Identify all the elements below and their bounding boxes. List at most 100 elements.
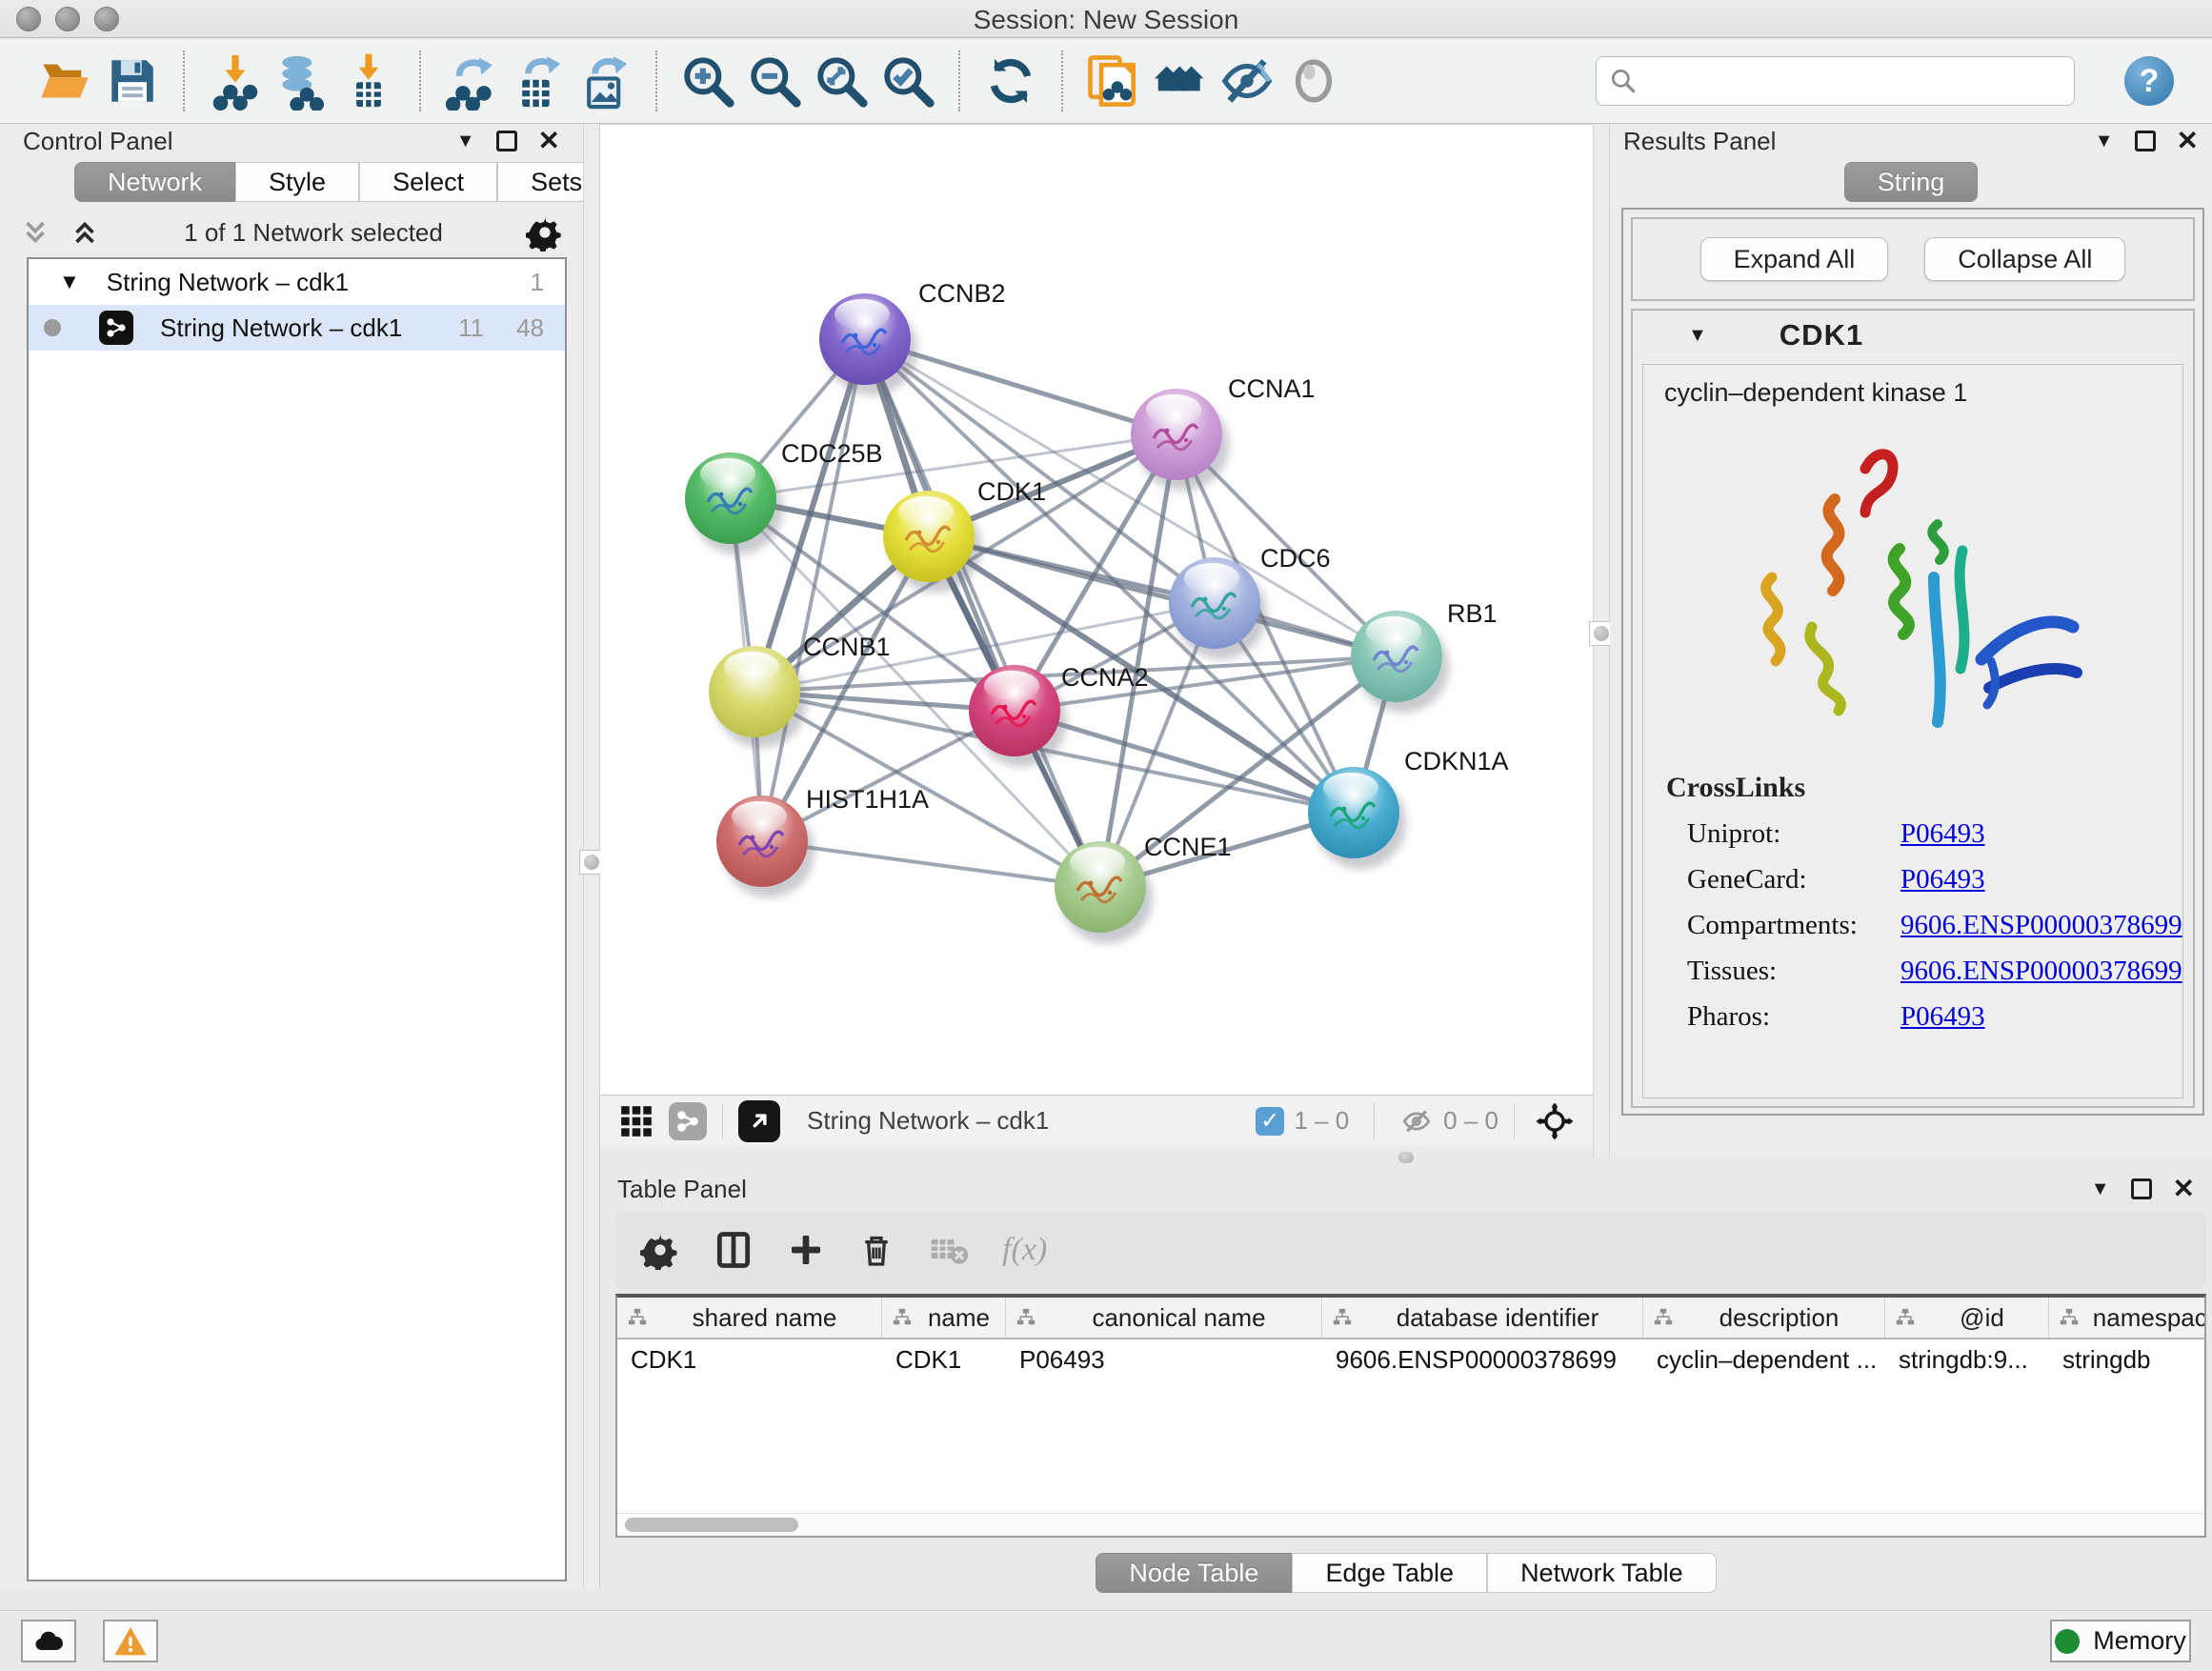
column-header-name[interactable]: name [882,1298,1006,1338]
column-sort-icon[interactable] [1016,1307,1036,1328]
close-panel-icon[interactable]: ✕ [2177,128,2199,154]
table-horizontal-scrollbar[interactable] [617,1513,2204,1536]
left-splitter[interactable] [583,124,600,1589]
table-row[interactable]: CDK1CDK1P064939606.ENSP00000378699cyclin… [617,1339,2204,1379]
search-input[interactable] [1639,60,2062,102]
table-cell[interactable]: 9606.ENSP00000378699 [1322,1339,1643,1379]
column-header--id[interactable]: @id [1885,1298,2049,1338]
collapse-gene-icon[interactable]: ▼ [1688,325,1707,347]
scrollbar-thumb[interactable] [625,1518,798,1532]
close-panel-icon[interactable]: ✕ [2173,1176,2195,1202]
column-header-canonical-name[interactable]: canonical name [1006,1298,1322,1338]
node-CCNB1[interactable] [709,646,800,737]
node-CCNB2[interactable] [819,293,911,385]
tab-network[interactable]: Network [74,162,235,202]
tab-edge-table[interactable]: Edge Table [1292,1553,1487,1593]
tab-node-table[interactable]: Node Table [1096,1553,1292,1593]
edge-HIST1H1A-CCNE1[interactable] [762,841,1100,887]
node-CDK1[interactable] [883,491,975,582]
expand-all-button[interactable]: Expand All [1700,237,1889,281]
horizontal-splitter-handle[interactable] [1398,1152,1414,1163]
delete-column-icon[interactable] [857,1231,895,1269]
save-icon[interactable] [99,48,166,114]
table-settings-gear-icon[interactable] [640,1230,680,1270]
column-header-database-identifier[interactable]: database identifier [1322,1298,1643,1338]
node-RB1[interactable] [1351,611,1442,702]
column-sort-icon[interactable] [627,1307,648,1328]
node-CCNE1[interactable] [1055,841,1146,933]
panel-menu-icon[interactable]: ▼ [456,131,475,152]
memory-button[interactable]: Memory [2050,1620,2191,1662]
tab-style[interactable]: Style [235,162,359,202]
share-document-icon[interactable] [1080,48,1147,114]
zoom-fit-icon[interactable] [808,48,875,114]
node-HIST1H1A[interactable] [716,795,808,887]
close-panel-icon[interactable]: ✕ [538,128,560,154]
float-panel-icon[interactable] [496,131,517,151]
table-cell[interactable]: cyclin–dependent ... [1643,1339,1885,1379]
crosslink-link[interactable]: P06493 [1900,864,1985,896]
tree-expand-icon[interactable]: ▼ [59,270,80,294]
column-header-namespace[interactable]: namespace [2049,1298,2206,1338]
node-CDKN1A[interactable] [1308,767,1399,858]
show-columns-icon[interactable] [713,1229,754,1271]
network-row[interactable]: String Network – cdk1 11 48 [29,305,565,351]
sphere-icon[interactable] [1280,48,1347,114]
float-panel-icon[interactable] [2131,1178,2152,1199]
crosslink-link[interactable]: P06493 [1900,818,1985,850]
column-sort-icon[interactable] [1895,1307,1916,1328]
add-column-icon[interactable] [787,1231,825,1269]
tab-string[interactable]: String [1844,162,1979,202]
column-header-description[interactable]: description [1643,1298,1885,1338]
zoom-selected-icon[interactable] [875,48,941,114]
collapse-all-icon[interactable] [19,216,51,249]
float-panel-icon[interactable] [2135,131,2156,151]
zoom-out-icon[interactable] [741,48,808,114]
column-header-shared-name[interactable]: shared name [617,1298,882,1338]
import-network-icon[interactable] [202,48,269,114]
share-view-icon[interactable] [669,1102,707,1140]
open-folder-icon[interactable] [32,48,99,114]
table-cell[interactable]: CDK1 [882,1339,1006,1379]
network-canvas[interactable]: CCNB2 CCNA1 CDC25B CDK1 CDC6 RB1 CCNB1 C… [600,125,1593,1095]
crosslink-link[interactable]: P06493 [1900,1001,1985,1033]
export-image-icon[interactable] [572,48,638,114]
cloud-button[interactable] [21,1620,76,1662]
expand-all-icon[interactable] [69,216,101,249]
help-icon[interactable]: ? [2124,56,2174,106]
node-CDC6[interactable] [1169,557,1260,649]
column-sort-icon[interactable] [2059,1307,2080,1328]
gear-icon[interactable] [526,213,564,252]
node-CCNA2[interactable] [969,665,1060,756]
houses-icon[interactable] [1147,48,1214,114]
refresh-icon[interactable] [977,48,1044,114]
right-splitter[interactable] [1593,124,1610,1158]
node-CCNA1[interactable] [1131,389,1222,480]
table-cell[interactable]: stringdb [2049,1339,2206,1379]
tab-select[interactable]: Select [359,162,497,202]
table-cell[interactable]: CDK1 [617,1339,882,1379]
panel-menu-icon[interactable]: ▼ [2095,131,2114,152]
zoom-in-icon[interactable] [674,48,741,114]
hide-eye-icon[interactable] [1214,48,1280,114]
import-table-icon[interactable] [335,48,402,114]
import-database-icon[interactable] [269,48,335,114]
crosslink-link[interactable]: 9606.ENSP00000378699 [1900,910,2182,941]
column-sort-icon[interactable] [1653,1307,1674,1328]
crosslink-link[interactable]: 9606.ENSP00000378699 [1900,956,2182,987]
warning-button[interactable] [103,1620,158,1662]
column-sort-icon[interactable] [1332,1307,1353,1328]
tab-network-table[interactable]: Network Table [1487,1553,1717,1593]
column-sort-icon[interactable] [892,1307,913,1328]
node-CDC25B[interactable] [685,453,776,544]
selected-checkbox-icon[interactable]: ✓ [1256,1107,1284,1136]
grid-view-icon[interactable] [613,1098,659,1144]
collapse-all-button[interactable]: Collapse All [1924,237,2125,281]
table-cell[interactable]: P06493 [1006,1339,1322,1379]
network-collection-row[interactable]: ▼ String Network – cdk1 1 [29,259,565,305]
node-table[interactable]: shared namenamecanonical namedatabase id… [615,1294,2206,1538]
table-cell[interactable]: stringdb:9... [1885,1339,2049,1379]
birds-eye-view-icon[interactable] [738,1100,780,1142]
edge-CCNB2-HIST1H1A[interactable] [762,339,865,841]
export-table-icon[interactable] [505,48,572,114]
